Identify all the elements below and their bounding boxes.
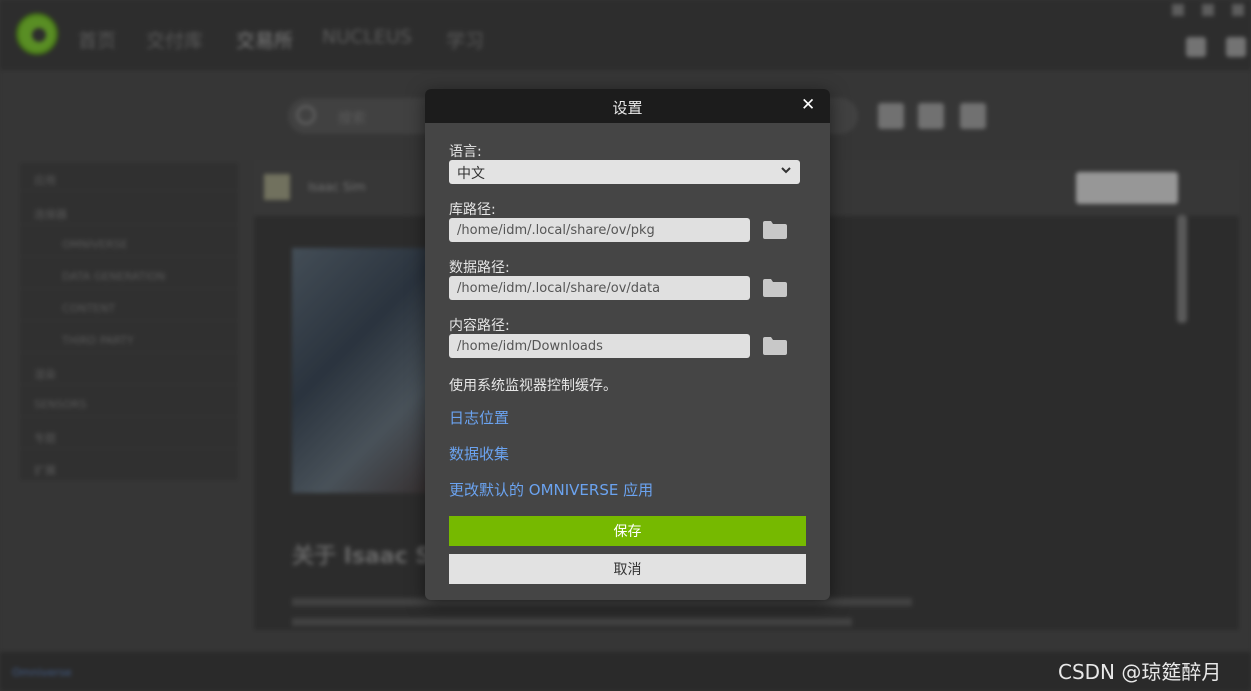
library-path-input[interactable] bbox=[449, 218, 750, 242]
content-path-input[interactable] bbox=[449, 334, 750, 358]
content-path-label: 内容路径: bbox=[449, 318, 510, 334]
language-select-value: 中文 bbox=[457, 166, 485, 182]
language-label: 语言: bbox=[449, 144, 482, 160]
chevron-down-icon bbox=[780, 162, 792, 181]
folder-icon[interactable] bbox=[762, 220, 788, 240]
dialog-titlebar: 设置 ✕ bbox=[425, 89, 830, 123]
cache-info-text: 使用系统监视器控制缓存。 bbox=[449, 378, 617, 394]
folder-icon[interactable] bbox=[762, 336, 788, 356]
save-button[interactable]: 保存 bbox=[449, 516, 806, 546]
folder-icon[interactable] bbox=[762, 278, 788, 298]
data-collection-link[interactable]: 数据收集 bbox=[449, 443, 509, 464]
log-location-link[interactable]: 日志位置 bbox=[449, 407, 509, 428]
settings-dialog: 设置 ✕ 语言: 中文 库路径: 数据路径: 内容路径: 使用系统监视器控制缓存… bbox=[425, 89, 830, 600]
data-path-input[interactable] bbox=[449, 276, 750, 300]
library-path-label: 库路径: bbox=[449, 202, 496, 218]
language-select[interactable]: 中文 bbox=[449, 160, 800, 184]
change-default-app-link[interactable]: 更改默认的 OMNIVERSE 应用 bbox=[449, 479, 653, 500]
data-path-label: 数据路径: bbox=[449, 260, 510, 276]
cancel-button[interactable]: 取消 bbox=[449, 554, 806, 584]
close-icon[interactable]: ✕ bbox=[801, 95, 815, 115]
watermark-text: CSDN @琼筵醉月 bbox=[1058, 660, 1222, 684]
dialog-title: 设置 bbox=[612, 99, 643, 117]
